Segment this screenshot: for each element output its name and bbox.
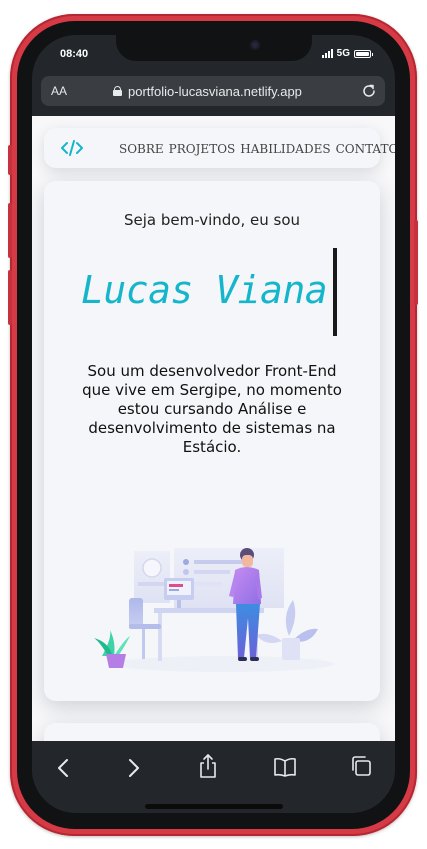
home-indicator (145, 804, 283, 809)
nav-link-projetos[interactable]: PROJETOS (169, 142, 236, 156)
nav-link-contato[interactable]: CONTATO (336, 142, 395, 156)
nav-links: SOBRE PROJETOS HABILIDADES CONTATO (119, 142, 395, 156)
hero-name: Lucas Viana (81, 268, 328, 312)
silent-switch (8, 145, 12, 175)
next-section-card (44, 723, 380, 741)
developer-illustration (94, 548, 334, 672)
back-icon[interactable] (56, 756, 70, 780)
bio-text: Sou um desenvolvedor Front-End que vive … (82, 362, 342, 456)
site-navbar: SOBRE PROJETOS HABILIDADES CONTATO (44, 128, 395, 168)
battery-icon (354, 49, 373, 58)
notch (116, 35, 312, 61)
camera (250, 40, 260, 50)
volume-up-button (8, 203, 12, 258)
forward-icon[interactable] (127, 756, 141, 780)
volume-down-button (8, 270, 12, 325)
code-logo-icon[interactable] (61, 140, 83, 156)
nav-link-sobre[interactable]: SOBRE (119, 142, 164, 156)
network-label: 5G (336, 48, 350, 59)
text-size-button[interactable]: AA (51, 84, 67, 98)
signal-icon (321, 49, 333, 58)
status-time: 08:40 (60, 48, 89, 60)
lock-icon (113, 86, 122, 96)
reload-icon[interactable] (361, 83, 377, 99)
url-text[interactable]: portfolio-lucasviana.netlify.app (128, 84, 302, 99)
status-indicators: 5G (321, 48, 373, 59)
hero-card: Seja bem-vindo, eu sou Lucas Viana Sou u… (44, 181, 380, 701)
web-content: SOBRE PROJETOS HABILIDADES CONTATO Seja … (32, 116, 395, 741)
typing-cursor (333, 248, 337, 336)
browser-toolbar (32, 741, 395, 813)
url-display[interactable]: portfolio-lucasviana.netlify.app (113, 84, 302, 99)
greeting-text: Seja bem-vindo, eu sou (123, 211, 301, 229)
bookmarks-icon[interactable] (273, 757, 297, 777)
share-icon[interactable] (198, 753, 218, 779)
screen: 08:40 5G AA portfolio-lucasviana.netlify… (32, 35, 395, 813)
power-button (414, 220, 418, 305)
tabs-icon[interactable] (350, 755, 372, 777)
address-bar[interactable]: AA portfolio-lucasviana.netlify.app (41, 76, 385, 106)
nav-link-habilidades[interactable]: HABILIDADES (240, 142, 330, 156)
